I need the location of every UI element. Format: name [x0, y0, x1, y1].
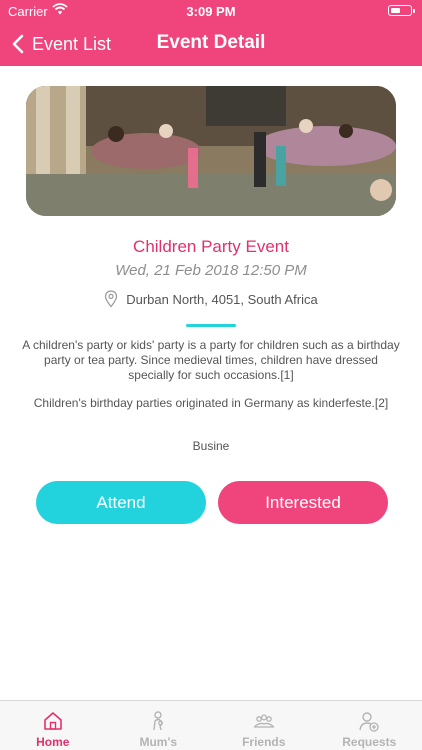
attend-button[interactable]: Attend — [36, 481, 206, 524]
description-paragraph: Children's birthday parties originated i… — [33, 396, 389, 410]
description-paragraph: Busine — [192, 439, 230, 453]
add-user-icon — [359, 712, 379, 732]
description-paragraph: A children's party or kids' party is a p… — [22, 338, 400, 382]
event-datetime: Wed, 21 Feb 2018 12:50 PM — [115, 262, 307, 279]
nav-bar: Event List Event Detail — [0, 22, 422, 66]
header: Carrier 3:09 PM Event List Event Detail — [0, 0, 422, 66]
location-pin-icon — [105, 290, 118, 308]
back-button[interactable]: Event List — [8, 30, 111, 58]
status-time: 3:09 PM — [186, 4, 236, 19]
battery-icon — [388, 5, 415, 16]
tab-requests-label: Requests — [342, 735, 397, 749]
tab-mums-label: Mum's — [139, 735, 178, 749]
tab-friends-label: Friends — [242, 735, 286, 749]
divider — [186, 324, 236, 327]
status-bar: Carrier 3:09 PM — [0, 0, 422, 22]
tab-requests[interactable]: Requests — [317, 701, 422, 750]
event-photo — [26, 86, 396, 216]
mother-icon — [153, 711, 164, 731]
interested-button[interactable]: Interested — [218, 481, 388, 524]
tab-friends[interactable]: Friends — [211, 701, 317, 750]
tab-bar: Home Mum's Friends Requests — [0, 700, 422, 750]
tab-home-label: Home — [36, 735, 70, 749]
home-icon — [43, 712, 62, 730]
back-label: Event List — [32, 33, 112, 54]
location-text: Durban North, 4051, South Africa — [126, 291, 318, 307]
event-location: Durban North, 4051, South Africa — [0, 290, 422, 308]
friends-icon — [253, 714, 274, 728]
tab-mums[interactable]: Mum's — [106, 701, 212, 750]
tab-home[interactable]: Home — [0, 701, 106, 750]
event-title: Children Party Event — [133, 237, 289, 256]
chevron-left-icon — [12, 34, 24, 54]
